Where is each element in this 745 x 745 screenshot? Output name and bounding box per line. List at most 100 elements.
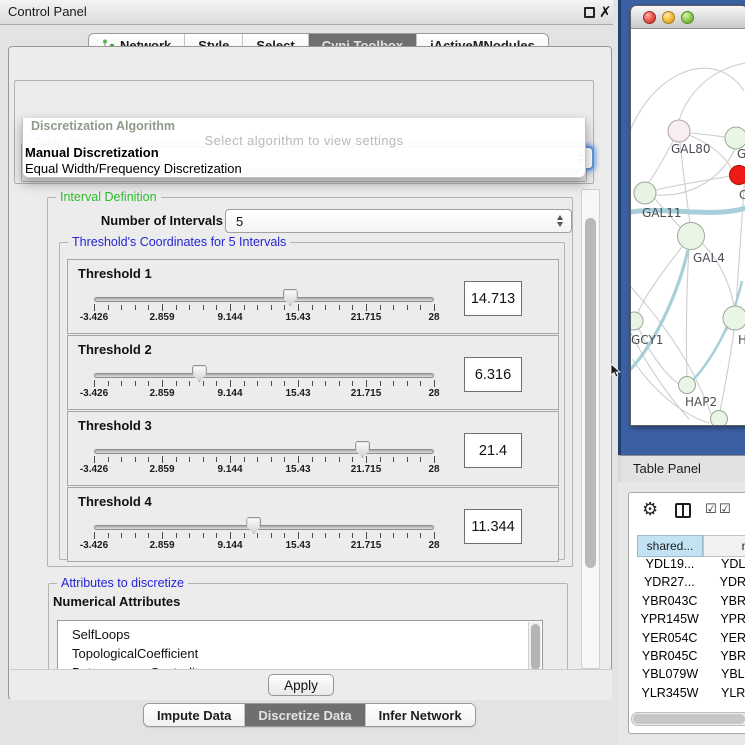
table-row[interactable]: YLR345WYLR3 [637, 686, 745, 704]
slider-thumb[interactable] [192, 365, 207, 382]
cyni-toolbox-panel: Table Data galFiltered.sif default node … [8, 46, 612, 700]
popup-option-manual-discretization[interactable]: Manual Discretization [25, 145, 159, 160]
slider-tick [189, 305, 190, 310]
apply-button[interactable]: Apply [268, 674, 334, 696]
split-columns-icon[interactable] [675, 503, 691, 518]
name-cell: YBR0 [702, 594, 745, 612]
number-of-intervals-combobox[interactable]: 5 [225, 209, 572, 233]
slider-tick-label: -3.426 [70, 388, 118, 399]
network-edge[interactable] [686, 249, 689, 376]
slider-tick-label: 15.43 [274, 312, 322, 323]
threshold-label: Threshold 1 [78, 266, 152, 281]
numerical-attributes-list[interactable]: SelfLoopsTopologicalCoefficientBetweenne… [57, 620, 543, 669]
slider-tick-label: 15.43 [274, 464, 322, 475]
float-window-icon[interactable] [584, 7, 595, 18]
popup-option-equal-width-frequency[interactable]: Equal Width/Frequency Discretization [25, 161, 242, 176]
slider-tick [189, 533, 190, 538]
slider-tick [162, 380, 163, 387]
slider-tick [366, 380, 367, 387]
slider-thumb[interactable] [283, 289, 298, 306]
panel-scrollbar[interactable] [581, 189, 600, 669]
threshold-value-field[interactable]: 6.316 [464, 357, 522, 392]
settings-gear-icon[interactable]: ⚙ [642, 499, 658, 520]
table-horizontal-scrollbar[interactable] [631, 712, 745, 726]
slider-thumb[interactable] [246, 517, 261, 534]
minimize-traffic-light-icon[interactable] [662, 11, 675, 24]
threshold-panel: Threshold 4-3.4262.8599.14415.4321.71528… [67, 487, 559, 562]
slider-tick [244, 381, 245, 386]
table-row[interactable]: YBL079WYBL0 [637, 667, 745, 685]
tab-infer-network[interactable]: Infer Network [366, 704, 475, 726]
attributes-scrollbar-thumb[interactable] [531, 624, 540, 669]
slider-tick [325, 381, 326, 386]
column-header-shared-name[interactable]: shared... [637, 535, 703, 557]
network-node-hap2[interactable] [679, 377, 696, 394]
slider-tick [434, 532, 435, 539]
network-edge[interactable] [632, 359, 709, 423]
table-row[interactable]: YBR043CYBR0 [637, 594, 745, 612]
network-node-h[interactable] [723, 306, 745, 330]
name-cell: YBL0 [703, 667, 745, 685]
network-node-gal4[interactable] [678, 223, 705, 250]
network-edge[interactable] [679, 63, 745, 120]
zoom-traffic-light-icon[interactable] [681, 11, 694, 24]
slider-tick-label: -3.426 [70, 312, 118, 323]
threshold-value-field[interactable]: 21.4 [464, 433, 522, 468]
slider-tick-label: -3.426 [70, 464, 118, 475]
slider-tick-label: 2.859 [138, 388, 186, 399]
close-icon[interactable]: ✗ [599, 3, 612, 21]
slider-thumb[interactable] [355, 441, 370, 458]
network-node-gal11[interactable] [634, 182, 656, 204]
slider-tick [407, 533, 408, 538]
network-edge[interactable] [720, 330, 734, 411]
slider-track[interactable] [94, 449, 434, 454]
attribute-list-item[interactable]: SelfLoops [72, 625, 542, 644]
table-row[interactable]: YBR045CYBR0 [637, 649, 745, 667]
thresholds-group-title: Threshold's Coordinates for 5 Intervals [68, 235, 290, 249]
slider-track[interactable] [94, 373, 434, 378]
slider-tick [352, 381, 353, 386]
threshold-value-field[interactable]: 14.713 [464, 281, 522, 316]
slider-tick [94, 380, 95, 387]
table-row[interactable]: YDR27...YDR2 [637, 575, 745, 593]
network-edge[interactable] [690, 133, 725, 137]
checkbox-icon[interactable]: ☑ [719, 502, 731, 517]
slider-track[interactable] [94, 525, 434, 530]
slider-tick-label: -3.426 [70, 540, 118, 551]
checkbox-icon[interactable]: ☑ [705, 502, 717, 517]
slider-tick [244, 305, 245, 310]
network-edge[interactable] [648, 141, 673, 183]
tab-impute-data[interactable]: Impute Data [144, 704, 245, 726]
attribute-list-item[interactable]: TopologicalCoefficient [72, 644, 542, 663]
slider-tick [393, 533, 394, 538]
tab-label: Impute Data [157, 708, 231, 723]
panel-scrollbar-thumb[interactable] [585, 218, 596, 568]
table-row[interactable]: YER054CYER0 [637, 631, 745, 649]
threshold-label: Threshold 2 [78, 342, 152, 357]
network-edge-highlighted[interactable] [693, 281, 742, 380]
table-row[interactable]: YDL19...YDL1 [637, 557, 745, 575]
close-traffic-light-icon[interactable] [643, 11, 656, 24]
network-node-gal80[interactable] [668, 120, 690, 142]
attributes-scrollbar[interactable] [528, 622, 541, 669]
network-edge[interactable] [656, 176, 730, 190]
slider-tick [216, 533, 217, 538]
network-canvas[interactable]: GAL80GCGAL11GAL4GCY1HHAP2 [631, 29, 745, 426]
tab-discretize-data[interactable]: Discretize Data [245, 704, 365, 726]
network-node-gcy1[interactable] [631, 312, 643, 330]
network-window-titlebar[interactable] [631, 6, 745, 29]
column-header-name[interactable]: n [703, 535, 745, 557]
slider-track[interactable] [94, 297, 434, 302]
slider-tick [352, 533, 353, 538]
slider-tick [148, 305, 149, 310]
slider-tick [257, 457, 258, 462]
network-node-c[interactable] [730, 166, 745, 185]
slider-tick [189, 457, 190, 462]
table-horizontal-scrollbar-thumb[interactable] [633, 714, 745, 724]
threshold-value-field[interactable]: 11.344 [464, 509, 522, 544]
table-row[interactable]: YPR145WYPR1 [637, 612, 745, 630]
slider-tick [148, 381, 149, 386]
network-edge-highlighted[interactable] [631, 250, 688, 373]
network-node-g[interactable] [725, 127, 745, 149]
network-node[interactable] [711, 411, 728, 427]
